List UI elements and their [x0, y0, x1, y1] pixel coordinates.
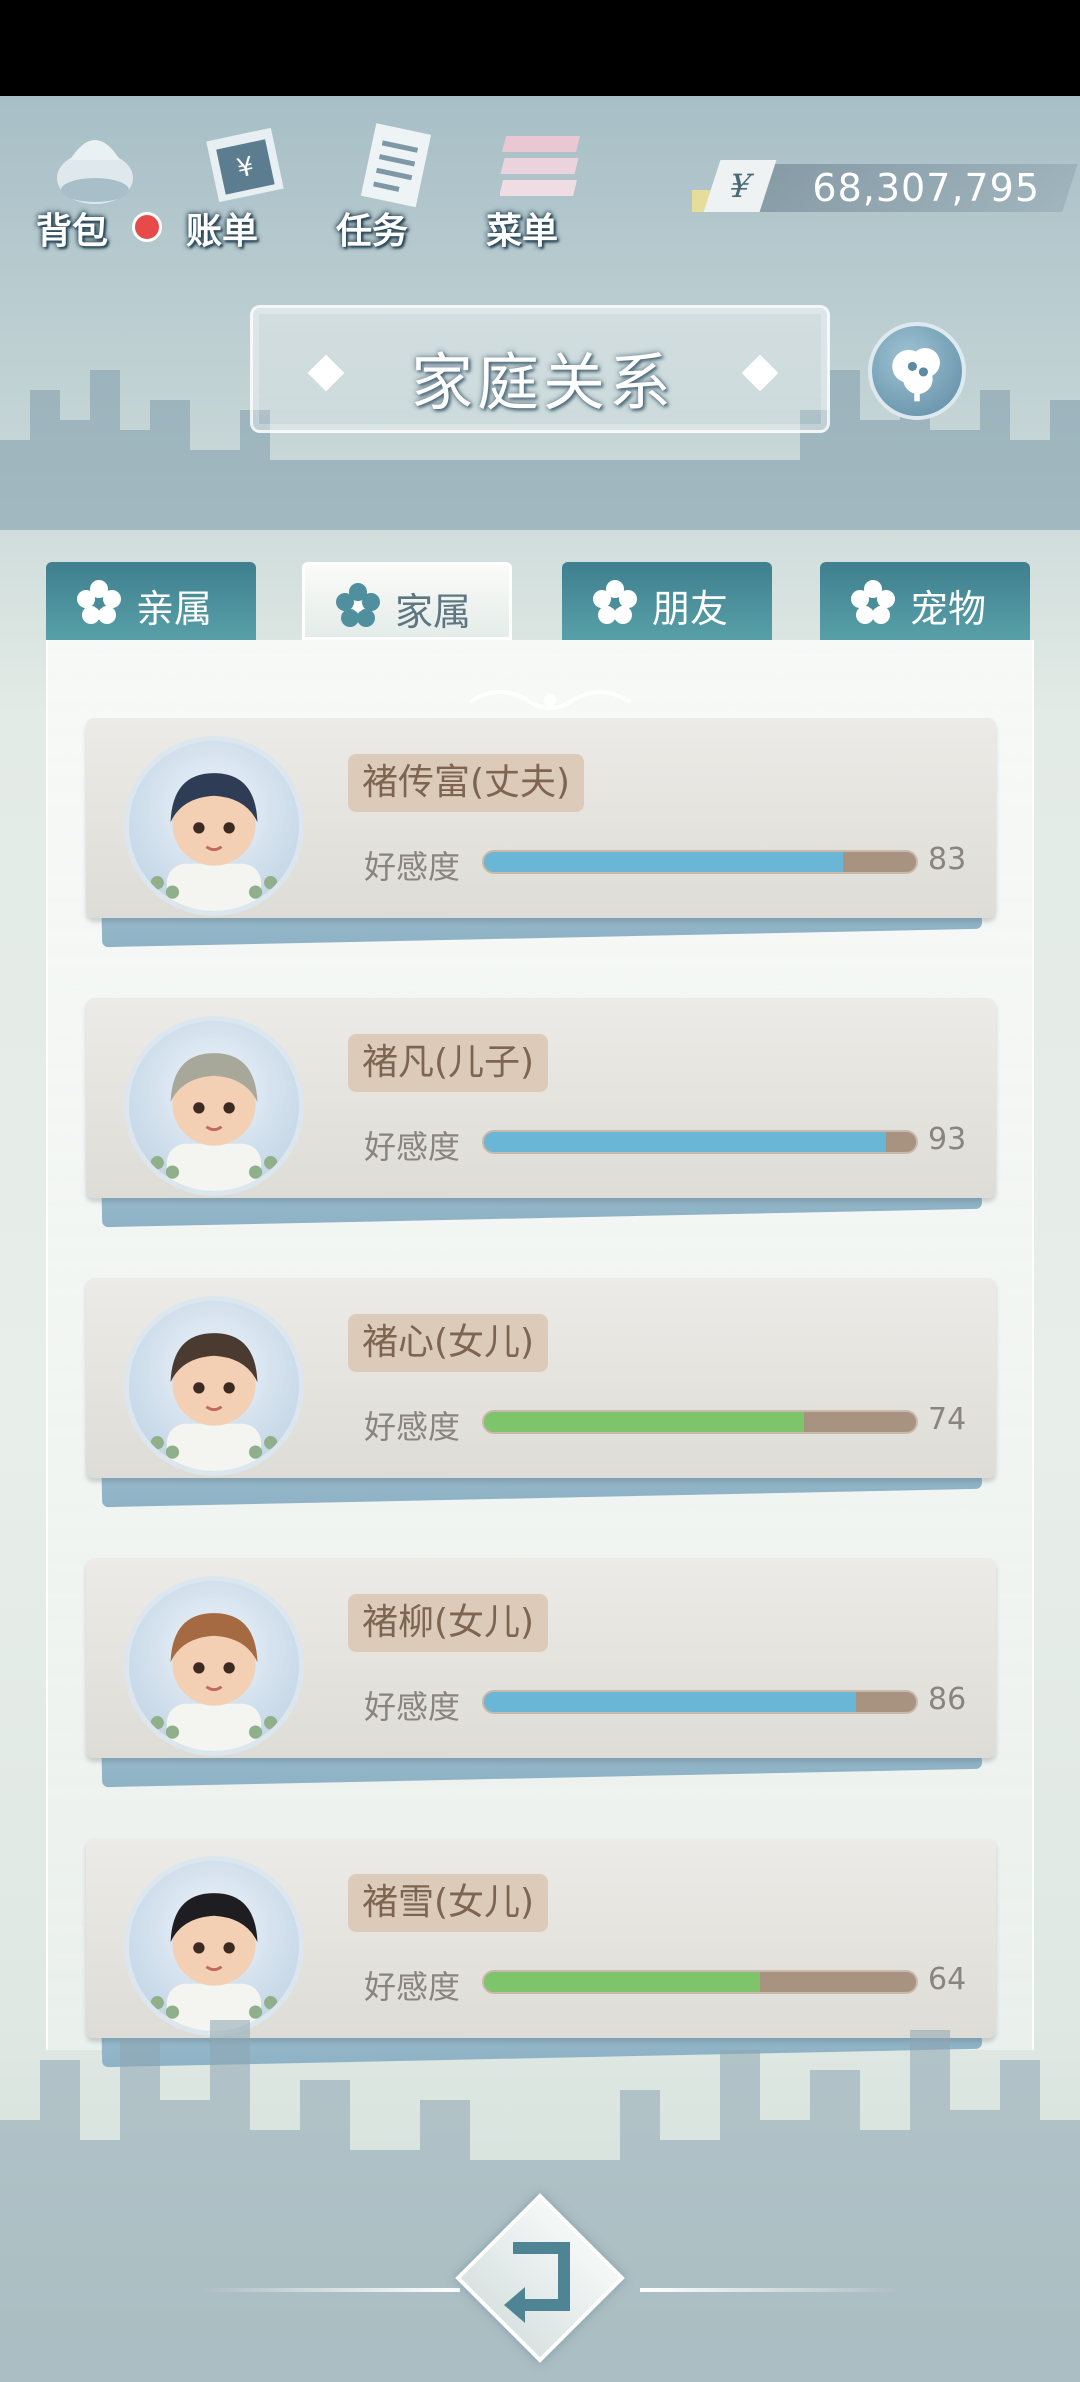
divider-right: [640, 2288, 900, 2292]
member-card[interactable]: 褚柳(女儿) 好感度 86: [86, 1558, 996, 1788]
family-tree-button[interactable]: [868, 322, 966, 420]
favor-label: 好感度: [364, 1128, 461, 1166]
favor-bar: [482, 1410, 918, 1434]
avatar-portrait: [150, 1613, 278, 1751]
favor-value: 93: [928, 1122, 967, 1157]
tab-label: 家属: [395, 590, 472, 634]
card-face: 褚凡(儿子) 好感度 93: [86, 998, 996, 1198]
favor-label: 好感度: [364, 848, 461, 886]
toolbar-bill-button[interactable]: ¥ 账单: [178, 110, 298, 252]
toolbar-bag-label: 背包: [36, 211, 109, 252]
card-face: 褚传富(丈夫) 好感度 83: [86, 718, 996, 918]
favor-bar: [482, 1130, 918, 1154]
favor-bar: [482, 850, 918, 874]
member-name: 褚柳(女儿): [348, 1594, 549, 1652]
member-name: 褚雪(女儿): [348, 1874, 549, 1932]
money-display: ¥ 68,307,795: [692, 160, 1078, 216]
favor-value: 83: [928, 842, 967, 877]
member-card[interactable]: 褚心(女儿) 好感度 74: [86, 1278, 996, 1508]
status-bar: [0, 0, 1080, 96]
flower-icon: [77, 580, 121, 624]
avatar-portrait: [150, 1053, 278, 1191]
divider-left: [200, 2288, 460, 2292]
favor-value: 86: [928, 1682, 967, 1717]
favor-bar: [482, 1690, 918, 1714]
member-name: 褚心(女儿): [348, 1314, 549, 1372]
toolbar-task-button[interactable]: 任务: [328, 110, 448, 252]
avatar-portrait: [150, 1333, 278, 1471]
bill-icon: ¥: [206, 127, 284, 203]
tab-relatives[interactable]: 亲属: [46, 562, 256, 640]
task-icon: [360, 123, 432, 208]
favor-bar-fill: [484, 852, 843, 872]
avatar-portrait: [150, 773, 278, 911]
notification-badge: [132, 212, 162, 242]
favor-label: 好感度: [364, 1408, 461, 1446]
tab-family[interactable]: 家属: [302, 562, 512, 640]
tab-label: 亲属: [136, 587, 213, 631]
tab-label: 宠物: [910, 587, 987, 631]
return-arrow-icon: [504, 2242, 570, 2323]
family-tree-icon: [892, 348, 940, 402]
favor-bar-fill: [484, 1972, 761, 1992]
avatar: [124, 736, 304, 916]
favor-bar: [482, 1970, 918, 1994]
tab-friends[interactable]: 朋友: [562, 562, 772, 640]
flower-icon: [851, 580, 895, 624]
member-name: 褚传富(丈夫): [348, 754, 585, 812]
avatar: [124, 1016, 304, 1196]
member-name: 褚凡(儿子): [348, 1034, 549, 1092]
money-amount: 68,307,795: [812, 166, 1040, 210]
card-face: 褚心(女儿) 好感度 74: [86, 1278, 996, 1478]
toolbar-menu-button[interactable]: 菜单: [478, 110, 598, 252]
member-card[interactable]: 褚凡(儿子) 好感度 93: [86, 998, 996, 1228]
avatar: [124, 1576, 304, 1756]
flower-icon: [593, 580, 637, 624]
tab-label: 朋友: [652, 587, 729, 631]
card-face: 褚柳(女儿) 好感度 86: [86, 1558, 996, 1758]
menu-icon: [500, 136, 581, 196]
toolbar-bill-label: 账单: [186, 211, 259, 252]
toolbar-task-label: 任务: [336, 211, 409, 252]
tab-pets[interactable]: 宠物: [820, 562, 1030, 640]
flower-icon: [336, 583, 380, 627]
toolbar-menu-label: 菜单: [486, 211, 559, 252]
toolbar-bag-button[interactable]: 背包: [28, 110, 148, 252]
favor-bar-fill: [484, 1132, 886, 1152]
scroll-ornament: [468, 690, 632, 710]
avatar: [124, 1296, 304, 1476]
member-card[interactable]: 褚传富(丈夫) 好感度 83: [86, 718, 996, 948]
favor-value: 64: [928, 1962, 967, 1997]
favor-bar-fill: [484, 1692, 856, 1712]
page-title-box: 家庭关系: [250, 305, 830, 433]
favor-value: 74: [928, 1402, 967, 1437]
bag-icon: [57, 140, 133, 204]
favor-label: 好感度: [364, 1688, 461, 1726]
favor-bar-fill: [484, 1412, 804, 1432]
